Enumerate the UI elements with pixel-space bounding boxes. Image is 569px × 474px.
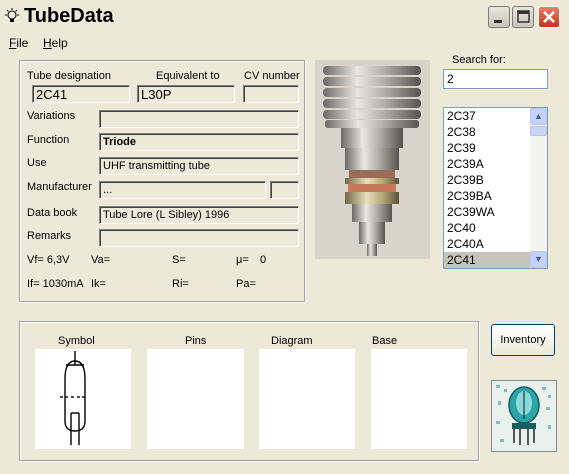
menu-file[interactable]: File bbox=[9, 36, 28, 50]
maximize-button[interactable] bbox=[512, 6, 534, 28]
variations-label: Variations bbox=[27, 110, 76, 122]
pins-box bbox=[147, 349, 244, 449]
if-value: If= 1030mA bbox=[27, 278, 84, 290]
title-bar: TubeData bbox=[0, 0, 569, 34]
tube-designation-field[interactable]: 2C41 bbox=[32, 85, 130, 103]
diagram-label: Diagram bbox=[271, 335, 313, 347]
app-window: TubeData File Help Tube designation Equi… bbox=[0, 0, 569, 474]
databook-field[interactable]: Tube Lore (L Sibley) 1996 bbox=[99, 206, 299, 224]
minimize-button[interactable] bbox=[488, 6, 510, 28]
remarks-field[interactable] bbox=[99, 229, 299, 247]
cv-number-field[interactable] bbox=[243, 85, 299, 103]
tube-logo[interactable] bbox=[491, 380, 557, 452]
minimize-icon bbox=[494, 20, 502, 23]
s-value: S= bbox=[172, 254, 186, 266]
diagram-box bbox=[259, 349, 355, 449]
search-input[interactable]: 2 bbox=[443, 69, 548, 89]
menu-bar: File Help bbox=[0, 34, 569, 52]
tube-list[interactable]: 2C37 2C38 2C39 2C39A 2C39B 2C39BA 2C39WA 2C40 2C… bbox=[443, 107, 548, 269]
pa-value: Pa= bbox=[236, 278, 256, 290]
maximize-icon bbox=[517, 10, 530, 23]
manufacturer-field[interactable]: ... bbox=[99, 181, 266, 199]
function-field[interactable]: Triode bbox=[99, 133, 299, 151]
variations-field[interactable] bbox=[99, 110, 299, 128]
close-button[interactable] bbox=[538, 6, 560, 28]
scroll-up-icon[interactable]: ▲ bbox=[530, 108, 547, 125]
va-value: Va= bbox=[91, 254, 111, 266]
scroll-down-icon[interactable]: ▼ bbox=[530, 251, 547, 268]
app-title: TubeData bbox=[24, 5, 114, 27]
tube-list-scrollbar[interactable]: ▲ ▼ bbox=[530, 108, 547, 268]
symbol-box bbox=[35, 349, 131, 449]
base-box bbox=[371, 349, 467, 449]
pins-label: Pins bbox=[185, 335, 207, 347]
mu-value: 0 bbox=[260, 254, 267, 266]
ri-value: Ri= bbox=[172, 278, 189, 290]
close-icon bbox=[543, 11, 555, 23]
remarks-label: Remarks bbox=[27, 230, 72, 242]
equivalent-label: Equivalent to bbox=[156, 70, 220, 82]
vf-value: Vf= 6,3V bbox=[27, 254, 70, 266]
base-label: Base bbox=[372, 335, 398, 347]
cv-number-label: CV number bbox=[244, 70, 300, 82]
equivalent-field[interactable]: L30P bbox=[137, 85, 235, 103]
tube-designation-label: Tube designation bbox=[27, 70, 111, 82]
scroll-thumb[interactable] bbox=[530, 126, 547, 136]
manufacturer-extra-field[interactable] bbox=[270, 181, 299, 199]
search-label: Search for: bbox=[452, 54, 506, 66]
databook-label: Data book bbox=[27, 207, 78, 219]
mu-label: μ= bbox=[236, 254, 249, 266]
menu-help[interactable]: Help bbox=[43, 36, 68, 50]
inventory-button[interactable]: Inventory bbox=[491, 324, 555, 356]
symbol-label: Symbol bbox=[58, 335, 95, 347]
use-label: Use bbox=[27, 157, 47, 169]
ik-value: Ik= bbox=[91, 278, 106, 290]
tube-logo-icon bbox=[492, 381, 556, 451]
triode-symbol-icon bbox=[60, 351, 86, 445]
tube-photo bbox=[315, 60, 430, 259]
function-label: Function bbox=[27, 134, 70, 146]
manufacturer-label: Manufacturer bbox=[27, 181, 92, 193]
bulb-icon bbox=[5, 8, 19, 22]
use-field[interactable]: UHF transmitting tube bbox=[99, 157, 299, 175]
